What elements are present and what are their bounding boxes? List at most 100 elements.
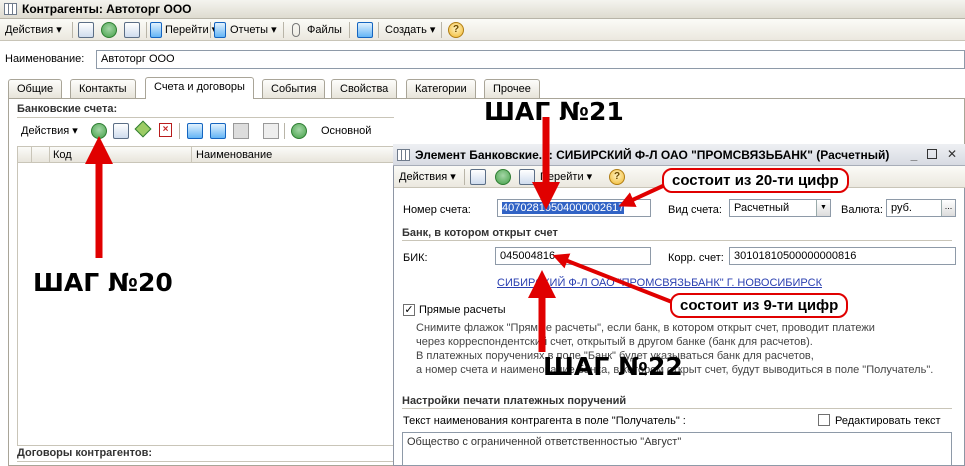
main-window-title: Контрагенты: Автоторг ООО: [22, 2, 192, 16]
callout-9-digits: состоит из 9-ти цифр: [670, 293, 849, 318]
ellipsis-icon[interactable]: ...: [941, 200, 955, 216]
tab-properties[interactable]: Свойства: [331, 79, 398, 98]
edit-icon[interactable]: [134, 120, 152, 138]
toolbar-divider: [179, 123, 180, 139]
callout-20-digits: состоит из 20-ти цифр: [662, 168, 849, 193]
copy-icon[interactable]: [519, 169, 535, 185]
dialog-goto-label: Перейти: [540, 171, 584, 183]
direct-payments-checkbox[interactable]: ✓: [403, 304, 415, 316]
toolbar-divider: [441, 22, 442, 38]
dialog-goto-menu[interactable]: Перейти ▾: [540, 169, 592, 185]
edit-text-checkbox[interactable]: [818, 414, 830, 426]
close-icon[interactable]: ✕: [946, 148, 958, 160]
files-button[interactable]: Файлы: [307, 22, 342, 38]
name-label: Наименование:: [5, 53, 85, 65]
delete-icon[interactable]: ×: [159, 123, 172, 137]
account-number-input[interactable]: 40702810504000002617: [497, 199, 651, 217]
toolbar-divider: [378, 22, 379, 38]
tab-accounts-contracts[interactable]: Счета и договоры: [145, 77, 254, 99]
help-icon[interactable]: ?: [448, 22, 464, 38]
account-type-select[interactable]: Расчетный ▼: [729, 199, 831, 217]
filter-icon[interactable]: [187, 123, 203, 139]
tab-categories[interactable]: Категории: [406, 79, 476, 98]
save-icon[interactable]: [78, 22, 94, 38]
account-type-label: Вид счета:: [668, 204, 722, 216]
refresh-icon[interactable]: [495, 169, 511, 185]
paperclip-icon: [292, 23, 300, 37]
create-menu[interactable]: Создать ▾: [385, 22, 435, 38]
corr-account-input[interactable]: 30101810500000000816: [729, 247, 956, 265]
dialog-actions-label: Действия: [399, 171, 448, 183]
dialog-title: Элемент Банковские...: СИБИРСКИЙ Ф-Л ОАО…: [415, 148, 890, 162]
refresh-list-icon[interactable]: [291, 123, 307, 139]
toolbar-divider: [72, 22, 73, 38]
note-line: через корреспондентский счет, открытый в…: [416, 336, 813, 348]
clear-filter-icon[interactable]: [263, 123, 279, 139]
currency-value: руб.: [891, 202, 912, 214]
actions-menu[interactable]: Действия ▾: [5, 22, 62, 38]
step22-label: ШАГ №22: [543, 352, 683, 381]
reports-icon: [214, 22, 226, 38]
account-number-label: Номер счета:: [403, 204, 471, 216]
email-icon[interactable]: [357, 22, 373, 38]
goto-menu-label: Перейти: [165, 24, 209, 36]
bank-actions-menu[interactable]: Действия ▾: [21, 123, 78, 139]
minimize-icon[interactable]: _: [908, 149, 920, 161]
column-header-name[interactable]: Наименование: [196, 149, 272, 161]
dialog-actions-menu[interactable]: Действия ▾: [399, 169, 456, 185]
bank-actions-label: Действия: [21, 125, 70, 137]
corr-account-label: Корр. счет:: [668, 252, 724, 264]
filter-list-icon[interactable]: [233, 123, 249, 139]
bank-accounts-table-header: Код Наименование: [17, 146, 394, 163]
add-icon[interactable]: [91, 123, 107, 139]
account-type-value: Расчетный: [734, 202, 790, 214]
tab-general[interactable]: Общие: [8, 79, 63, 98]
reports-menu-label: Отчеты: [230, 24, 269, 36]
bank-link[interactable]: СИБИРСКИЙ Ф-Л ОАО "ПРОМСВЯЗЬБАНК" Г. НОВ…: [497, 277, 822, 289]
name-input[interactable]: Автоторг ООО: [96, 50, 965, 69]
save-icon[interactable]: [470, 169, 486, 185]
step21-label: ШАГ №21: [484, 97, 624, 126]
window-icon: [397, 149, 410, 161]
actions-menu-label: Действия: [5, 24, 54, 36]
files-button-label: Файлы: [307, 24, 342, 36]
bik-input[interactable]: 045004816: [495, 247, 651, 265]
bank-accounts-toolbar: Действия ▾ × Основной: [17, 120, 394, 142]
goto-icon: [150, 22, 162, 38]
tab-contacts[interactable]: Контакты: [70, 79, 136, 98]
column-header-code[interactable]: Код: [53, 149, 72, 161]
main-toolbar: Действия ▾ Перейти ▾ Отчеты ▾ Файлы Созд…: [0, 19, 965, 41]
column-divider: [31, 147, 32, 162]
tab-events[interactable]: События: [262, 79, 326, 98]
create-menu-label: Создать: [385, 24, 427, 36]
maximize-icon[interactable]: [927, 149, 937, 159]
column-divider: [49, 147, 50, 162]
bank-accounts-table[interactable]: [17, 163, 394, 446]
refresh-icon[interactable]: [101, 22, 117, 38]
currency-label: Валюта:: [841, 204, 883, 216]
recipient-label: Текст наименования контрагента в поле "П…: [403, 415, 686, 427]
step20-label: ШАГ №20: [33, 268, 173, 297]
set-main-button[interactable]: Основной: [321, 123, 371, 139]
bank-accounts-section-title: Банковские счета:: [17, 103, 394, 118]
note-line: Снимите флажок "Прямые расчеты", если ба…: [416, 322, 875, 334]
dialog-title-bar: Элемент Банковские...: СИБИРСКИЙ Ф-Л ОАО…: [393, 144, 965, 166]
currency-select[interactable]: руб. ...: [886, 199, 956, 217]
toolbar-divider: [464, 169, 465, 185]
help-icon[interactable]: ?: [609, 169, 625, 185]
toolbar-divider: [210, 22, 211, 38]
toolbar-divider: [284, 123, 285, 139]
reports-menu[interactable]: Отчеты ▾: [230, 22, 277, 38]
copy-row-icon[interactable]: [113, 123, 129, 139]
toolbar-divider: [146, 22, 147, 38]
filter-settings-icon[interactable]: [210, 123, 226, 139]
tab-other[interactable]: Прочее: [484, 79, 540, 98]
direct-payments-label: Прямые расчеты: [419, 304, 506, 316]
edit-text-label: Редактировать текст: [835, 415, 941, 427]
chevron-down-icon[interactable]: ▼: [816, 200, 830, 216]
print-settings-section-title: Настройки печати платежных поручений: [402, 395, 952, 409]
toolbar-divider: [349, 22, 350, 38]
recipient-name-textarea[interactable]: Общество с ограниченной ответственностью…: [402, 432, 952, 466]
copy-icon[interactable]: [124, 22, 140, 38]
bank-section-title: Банк, в котором открыт счет: [402, 227, 952, 241]
